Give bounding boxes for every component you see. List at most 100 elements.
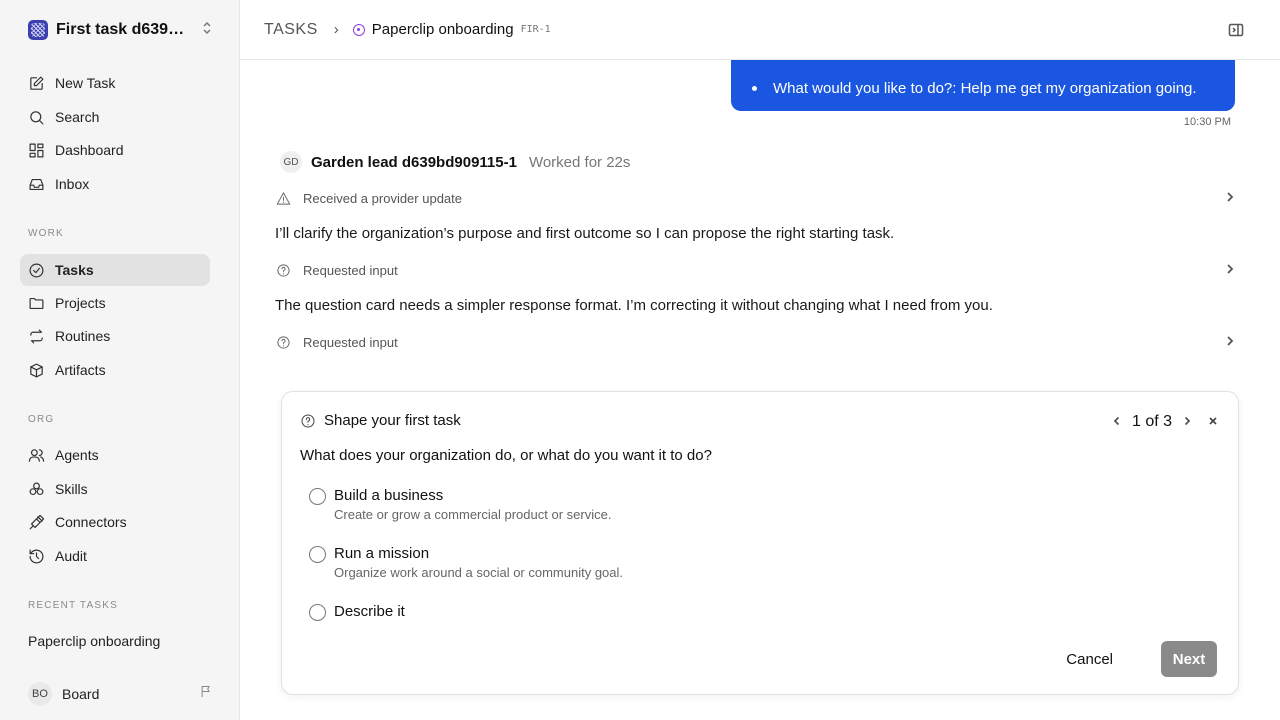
check-circle-icon xyxy=(29,263,44,277)
chevron-right-icon xyxy=(1224,335,1236,350)
warning-icon xyxy=(276,191,291,205)
workspace-name: First task d639bd909115 xyxy=(56,21,186,38)
breadcrumb-tasks[interactable]: TASKS xyxy=(264,21,318,39)
nav-tasks[interactable]: Tasks xyxy=(20,254,210,286)
cancel-button[interactable]: Cancel xyxy=(1066,651,1113,668)
chevron-left-icon[interactable] xyxy=(1112,413,1122,431)
chevron-right-icon[interactable] xyxy=(1182,413,1192,431)
next-button[interactable]: Next xyxy=(1161,641,1217,677)
close-icon[interactable] xyxy=(1208,413,1218,431)
nav-audit-label: Audit xyxy=(55,548,87,564)
avatar: BO xyxy=(28,682,52,706)
option-title: Run a mission xyxy=(334,545,430,562)
nav-projects[interactable]: Projects xyxy=(20,287,210,319)
option-describe-it[interactable]: Describe it xyxy=(309,603,405,621)
option-title: Build a business xyxy=(334,487,444,504)
section-work: WORK xyxy=(28,228,64,239)
box-icon xyxy=(30,363,43,377)
event-label: Requested input xyxy=(303,262,398,278)
question-card: Shape your first task 1 of 3 What does y… xyxy=(281,391,1239,695)
nav-dashboard-label: Dashboard xyxy=(55,142,124,158)
event-label: Requested input xyxy=(303,334,398,350)
nav-inbox[interactable]: Inbox xyxy=(20,168,210,200)
workspace-logo-icon xyxy=(28,20,48,40)
radio-button[interactable] xyxy=(309,546,326,563)
agent-header: GD Garden lead d639bd909115-1 Worked for… xyxy=(280,150,630,174)
agent-message: The question card needs a simpler respon… xyxy=(275,297,993,314)
users-icon xyxy=(28,448,45,462)
message-timestamp: 10:30 PM xyxy=(1183,116,1231,128)
workspace-switcher[interactable]: First task d639bd909115 xyxy=(28,18,212,42)
nav-new-task-label: New Task xyxy=(55,75,116,91)
nav-skills-label: Skills xyxy=(55,481,88,497)
card-header: Shape your first task xyxy=(300,412,461,429)
section-org: ORG xyxy=(28,414,55,425)
nav-search[interactable]: Search xyxy=(20,101,210,133)
question-circle-icon xyxy=(301,414,315,427)
chevron-right-icon: › xyxy=(333,21,339,38)
nav-agents[interactable]: Agents xyxy=(20,439,210,471)
skills-icon xyxy=(29,482,44,495)
option-description: Organize work around a social or communi… xyxy=(334,565,624,580)
bullet-point xyxy=(752,86,757,91)
section-recent-tasks: RECENT TASKS xyxy=(28,600,118,611)
option-run-mission[interactable]: Run a mission Organize work around a soc… xyxy=(309,545,623,580)
chevron-right-icon xyxy=(1224,263,1236,278)
nav-routines-label: Routines xyxy=(55,328,111,344)
header: TASKS › Paperclip onboarding FIR-1 xyxy=(240,0,1280,60)
avatar: GD xyxy=(280,151,302,173)
plug-icon xyxy=(29,514,45,529)
nav-agents-label: Agents xyxy=(55,447,99,463)
pager-count: 1 of 3 xyxy=(1131,413,1172,430)
page-title: Paperclip onboarding xyxy=(371,21,514,38)
event-label: Received a provider update xyxy=(303,190,462,206)
sidebar: First task d639bd909115 New Task Search … xyxy=(0,0,240,720)
radio-button[interactable] xyxy=(309,604,326,621)
event-requested-input[interactable]: Requested input xyxy=(276,330,1236,354)
nav-inbox-label: Inbox xyxy=(55,176,90,192)
agent-message: I’ll clarify the organization’s purpose … xyxy=(275,225,895,242)
option-description: Create or grow a commercial product or s… xyxy=(334,507,612,522)
nav-dashboard[interactable]: Dashboard xyxy=(20,134,210,166)
agent-work-duration: Worked for 22s xyxy=(528,153,631,171)
radio-button[interactable] xyxy=(309,488,326,505)
edit-icon xyxy=(30,76,44,90)
board-label: Board xyxy=(62,686,100,702)
history-icon xyxy=(29,549,44,563)
panel-toggle-icon[interactable] xyxy=(1228,22,1244,43)
question-circle-icon xyxy=(277,335,290,349)
question-circle-icon xyxy=(277,263,290,277)
nav-artifacts[interactable]: Artifacts xyxy=(20,354,210,386)
event-requested-input[interactable]: Requested input xyxy=(276,258,1236,282)
task-id-badge: FIR-1 xyxy=(520,24,551,35)
recent-task-item[interactable]: Paperclip onboarding xyxy=(28,633,160,649)
status-circle-icon xyxy=(352,23,365,36)
flag-icon[interactable] xyxy=(199,684,214,704)
nav-projects-label: Projects xyxy=(55,295,106,311)
search-icon xyxy=(30,110,44,124)
option-build-business[interactable]: Build a business Create or grow a commer… xyxy=(309,487,611,522)
nav-routines[interactable]: Routines xyxy=(20,320,210,352)
nav-search-label: Search xyxy=(55,109,100,125)
board-switcher[interactable]: BO Board xyxy=(28,682,214,706)
question-text: What does your organization do, or what … xyxy=(300,447,712,464)
repeat-icon xyxy=(30,329,43,343)
chevron-right-icon xyxy=(1224,191,1236,206)
nav-new-task[interactable]: New Task xyxy=(20,67,210,99)
event-provider-update[interactable]: Received a provider update xyxy=(276,186,1236,210)
nav-audit[interactable]: Audit xyxy=(20,540,210,572)
chevron-up-down-icon xyxy=(202,21,212,40)
card-title: Shape your first task xyxy=(324,412,461,429)
nav-connectors[interactable]: Connectors xyxy=(20,506,210,538)
nav-artifacts-label: Artifacts xyxy=(55,362,106,378)
nav-skills[interactable]: Skills xyxy=(20,473,210,505)
agent-name: Garden lead d639bd909115-1 xyxy=(311,153,517,171)
question-pager: 1 of 3 xyxy=(1112,410,1218,434)
folder-icon xyxy=(29,297,44,309)
nav-tasks-label: Tasks xyxy=(55,262,94,278)
inbox-icon xyxy=(29,178,44,190)
option-title: Describe it xyxy=(334,603,405,620)
nav-connectors-label: Connectors xyxy=(55,514,127,530)
user-message-text: What would you like to do?: Help me get … xyxy=(773,80,1197,97)
dashboard-icon xyxy=(29,143,44,157)
